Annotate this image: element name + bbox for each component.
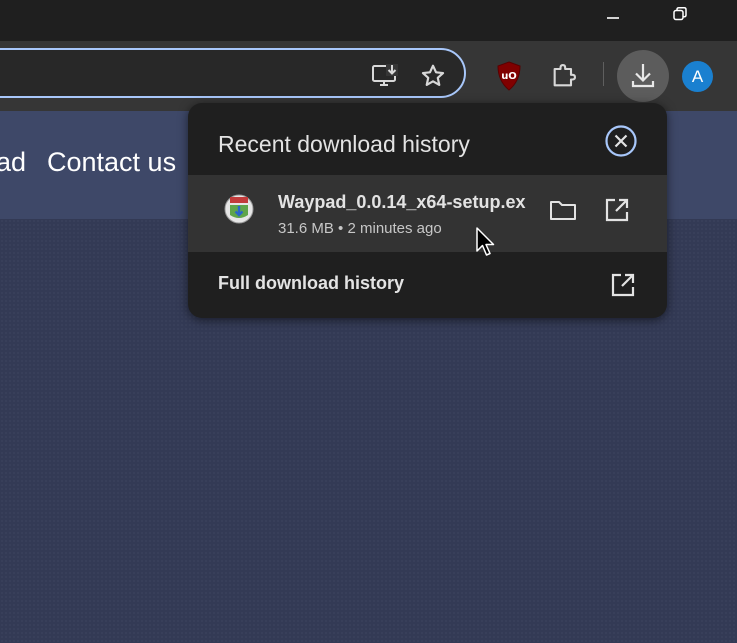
- full-download-history-row[interactable]: Full download history: [188, 252, 667, 318]
- full-history-open-button[interactable]: [606, 268, 640, 302]
- folder-icon: [550, 201, 576, 220]
- ublock-origin-icon: uO: [497, 61, 521, 91]
- file-name[interactable]: Waypad_0.0.14_x64-setup.ex: [278, 192, 525, 213]
- minimize-button[interactable]: [590, 0, 636, 28]
- mouse-cursor-icon: [476, 227, 496, 264]
- nav-link-contact[interactable]: Contact us: [47, 147, 176, 178]
- bookmark-star-button[interactable]: [418, 61, 448, 91]
- open-external-icon: [611, 273, 635, 297]
- extensions-puzzle-icon: [553, 63, 577, 87]
- open-file-button[interactable]: [600, 193, 634, 227]
- close-button[interactable]: [605, 125, 637, 157]
- show-in-folder-button[interactable]: [546, 193, 580, 227]
- extensions-button[interactable]: [548, 60, 580, 92]
- svg-text:uO: uO: [501, 71, 517, 82]
- open-external-icon: [605, 198, 629, 222]
- bookmark-star-icon: [421, 64, 445, 86]
- profile-avatar[interactable]: A: [682, 61, 713, 92]
- file-size: 31.6 MB: [278, 220, 334, 237]
- install-app-icon: [372, 64, 398, 86]
- downloads-button[interactable]: [617, 50, 669, 102]
- toolbar-separator: [603, 62, 604, 86]
- ublock-origin-button[interactable]: uO: [494, 60, 524, 92]
- minimize-icon: [607, 17, 619, 19]
- download-time: 2 minutes ago: [347, 220, 442, 237]
- download-bubble: Recent download history Waypad_0.0.14_x6…: [188, 103, 667, 318]
- full-download-history-label: Full download history: [218, 273, 404, 293]
- meta-separator: •: [338, 220, 344, 237]
- installer-file-icon: [223, 193, 255, 225]
- restore-button[interactable]: [657, 0, 703, 28]
- nav-link-download[interactable]: ad: [0, 147, 26, 178]
- download-item[interactable]: Waypad_0.0.14_x64-setup.ex 31.6 MB • 2 m…: [188, 175, 667, 252]
- download-icon: [631, 64, 655, 88]
- restore-icon: [673, 7, 687, 21]
- file-meta: 31.6 MB • 2 minutes ago: [278, 220, 442, 237]
- title-bar: [0, 0, 737, 41]
- close-circle-icon: [605, 125, 637, 157]
- avatar-initial: A: [691, 66, 704, 86]
- install-app-button[interactable]: [370, 61, 400, 91]
- popup-title: Recent download history: [218, 131, 470, 157]
